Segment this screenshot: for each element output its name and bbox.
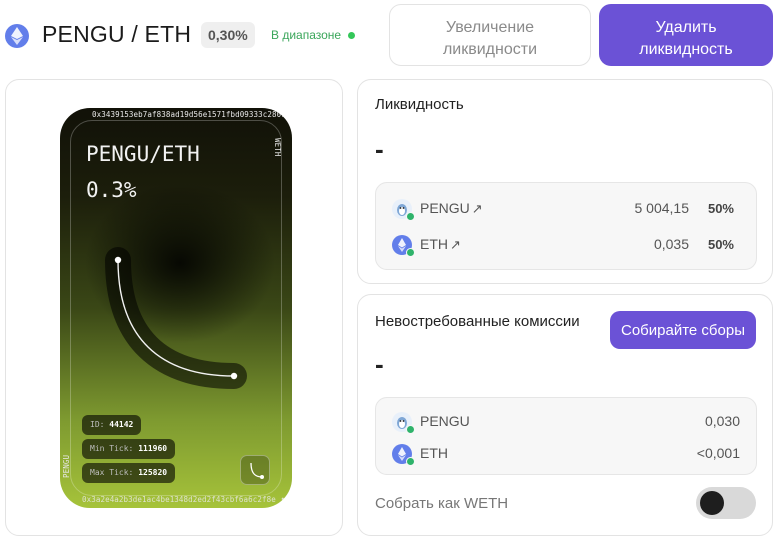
pair-title: PENGU / ETH	[42, 21, 192, 47]
fees-row-pengu: PENGU 0,030	[376, 410, 756, 434]
collect-fees-button[interactable]: Собирайте сборы	[610, 311, 756, 349]
unclaimed-fees-title: Невостребованные комиссии	[375, 313, 580, 330]
nft-range-mini-icon	[240, 455, 270, 485]
increase-liquidity-label-2: ликвидности	[442, 41, 538, 58]
nft-max-tick-label: Max Tick:	[90, 468, 134, 477]
remove-liquidity-button[interactable]: Удалить ликвидность	[599, 4, 773, 66]
liquidity-pengu-percent: 50%	[707, 201, 734, 216]
liquidity-token-list: PENGU ↗ 5 004,15 50% ETH ↗ 0,035 50%	[375, 182, 757, 270]
liquidity-row-eth: ETH ↗ 0,035 50%	[376, 233, 756, 257]
nft-max-tick-pill: Max Tick: 125820	[82, 463, 176, 483]
eth-icon	[392, 444, 415, 466]
pengu-icon	[392, 412, 415, 434]
unclaimed-fees-panel: Невостребованные комиссии Собирайте сбор…	[357, 294, 773, 536]
collect-as-weth-toggle[interactable]	[696, 487, 756, 519]
eth-icon	[392, 235, 415, 257]
nft-id-label: ID:	[90, 420, 105, 429]
in-range-dot-icon	[348, 32, 355, 39]
nft-min-tick-label: Min Tick:	[90, 444, 134, 453]
remove-liquidity-label-2: ликвидность	[639, 41, 733, 58]
fees-pengu-amount: 0,030	[704, 413, 740, 429]
liquidity-total-value: -	[375, 134, 384, 164]
liquidity-title: Ликвидность	[375, 96, 464, 113]
network-badge-icon	[406, 248, 415, 257]
liquidity-eth-percent: 50%	[707, 237, 734, 252]
nft-min-tick-value: 111960	[138, 444, 168, 453]
network-badge-icon	[406, 457, 415, 466]
liquidity-eth-amount: 0,035	[653, 236, 689, 252]
liquidity-eth-name: ETH	[420, 236, 448, 252]
remove-liquidity-label-1: Удалить	[655, 19, 717, 36]
liquidity-row-pengu: PENGU ↗ 5 004,15 50%	[376, 197, 756, 221]
liquidity-pengu-name: PENGU	[420, 200, 470, 216]
nft-min-tick-pill: Min Tick: 111960	[82, 439, 176, 459]
nft-panel: 0x3439153eb7af838ad19d56e1571fbd09333c28…	[5, 79, 343, 536]
increase-liquidity-button[interactable]: Увеличение ликвидности	[389, 4, 591, 66]
position-header: PENGU / ETH 0,30% В диапазоне Увеличение…	[0, 0, 776, 70]
external-link-icon: ↗	[471, 201, 483, 216]
nft-id-value: 44142	[109, 420, 134, 429]
nft-id-pill: ID: 44142	[82, 415, 142, 435]
range-status-text: В диапазоне	[271, 28, 342, 42]
toggle-knob	[700, 491, 724, 515]
fees-eth-amount: <0,001	[696, 445, 740, 461]
collect-as-weth-label: Собрать как WETH	[375, 495, 509, 512]
fees-eth-name: ETH	[420, 445, 448, 461]
eth-icon	[5, 24, 29, 48]
network-badge-icon	[406, 425, 415, 434]
liquidity-pengu-amount: 5 004,15	[634, 200, 690, 216]
fees-token-list: PENGU 0,030 ETH <0,001	[375, 397, 757, 475]
liquidity-pengu-link[interactable]: PENGU ↗	[420, 200, 483, 217]
increase-liquidity-label-1: Увеличение	[445, 19, 535, 36]
fees-row-eth: ETH <0,001	[376, 442, 756, 466]
nft-max-tick-value: 125820	[138, 468, 168, 477]
liquidity-eth-link[interactable]: ETH ↗	[420, 236, 461, 253]
pengu-icon	[392, 199, 415, 221]
fee-tier-badge: 0,30%	[201, 22, 255, 48]
network-badge-icon	[406, 212, 415, 221]
position-nft-card[interactable]: 0x3439153eb7af838ad19d56e1571fbd09333c28…	[60, 108, 292, 508]
liquidity-panel: Ликвидность - PENGU ↗ 5 004,15 50% ETH ↗ 0…	[357, 79, 773, 284]
external-link-icon: ↗	[450, 237, 461, 252]
unclaimed-fees-total: -	[375, 349, 384, 379]
fees-pengu-name: PENGU	[420, 413, 470, 429]
